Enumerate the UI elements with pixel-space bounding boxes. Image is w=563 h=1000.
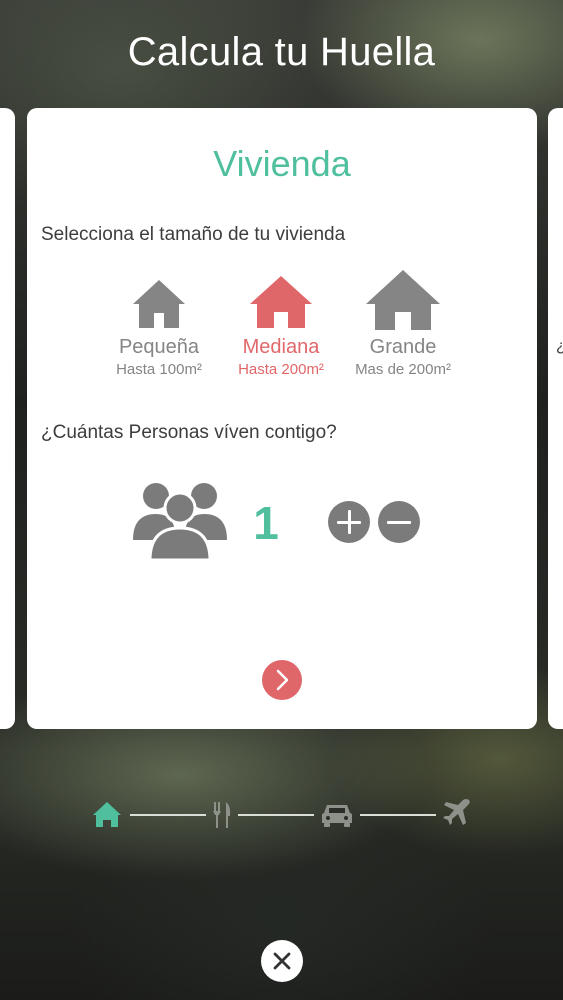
- size-option-detail: Hasta 100m²: [116, 361, 202, 378]
- step-connector: [130, 814, 206, 816]
- home-icon: [93, 802, 121, 827]
- size-option-detail: Mas de 200m²: [355, 361, 451, 378]
- step-food[interactable]: [211, 790, 233, 835]
- size-option-detail: Hasta 200m²: [238, 361, 324, 378]
- step-travel[interactable]: [442, 790, 472, 835]
- plus-icon-vertical: [347, 510, 351, 534]
- size-option-label: Grande: [369, 336, 437, 358]
- minus-icon: [387, 520, 411, 524]
- increase-people-button[interactable]: [328, 501, 370, 543]
- size-option-label: Mediana: [242, 336, 320, 358]
- page-title: Calcula tu Huella: [127, 30, 436, 74]
- people-question: ¿Cuántas Personas víven contigo?: [41, 422, 337, 443]
- close-icon: [273, 952, 291, 970]
- large-house-icon: [366, 270, 440, 330]
- size-option-medium[interactable]: Mediana Hasta 200m²: [216, 270, 346, 378]
- housing-card: [27, 108, 537, 729]
- people-group-icon: [133, 483, 227, 560]
- progress-steps: [0, 790, 563, 840]
- next-card-peek-text: ¿: [556, 338, 563, 356]
- previous-card-peek[interactable]: [0, 108, 15, 729]
- fork-knife-icon: [213, 802, 231, 828]
- airplane-icon: [443, 799, 470, 825]
- step-connector: [360, 814, 436, 816]
- next-card-peek[interactable]: ¿: [548, 108, 563, 729]
- step-transport[interactable]: [320, 790, 354, 835]
- medium-house-icon: [250, 276, 312, 328]
- next-button[interactable]: [262, 660, 302, 700]
- size-option-large[interactable]: Grande Mas de 200m²: [338, 270, 468, 378]
- chevron-right-icon: [276, 669, 289, 691]
- close-button[interactable]: [261, 940, 303, 982]
- step-connector: [238, 814, 314, 816]
- size-question: Selecciona el tamaño de tu vivienda: [41, 224, 346, 245]
- decrease-people-button[interactable]: [378, 501, 420, 543]
- people-count: 1: [253, 497, 279, 549]
- size-option-small[interactable]: Pequeña Hasta 100m²: [94, 270, 224, 378]
- car-icon: [322, 805, 352, 827]
- card-title: Vivienda: [213, 143, 351, 184]
- size-option-label: Pequeña: [118, 336, 200, 358]
- step-home[interactable]: [92, 790, 122, 835]
- small-house-icon: [133, 280, 185, 328]
